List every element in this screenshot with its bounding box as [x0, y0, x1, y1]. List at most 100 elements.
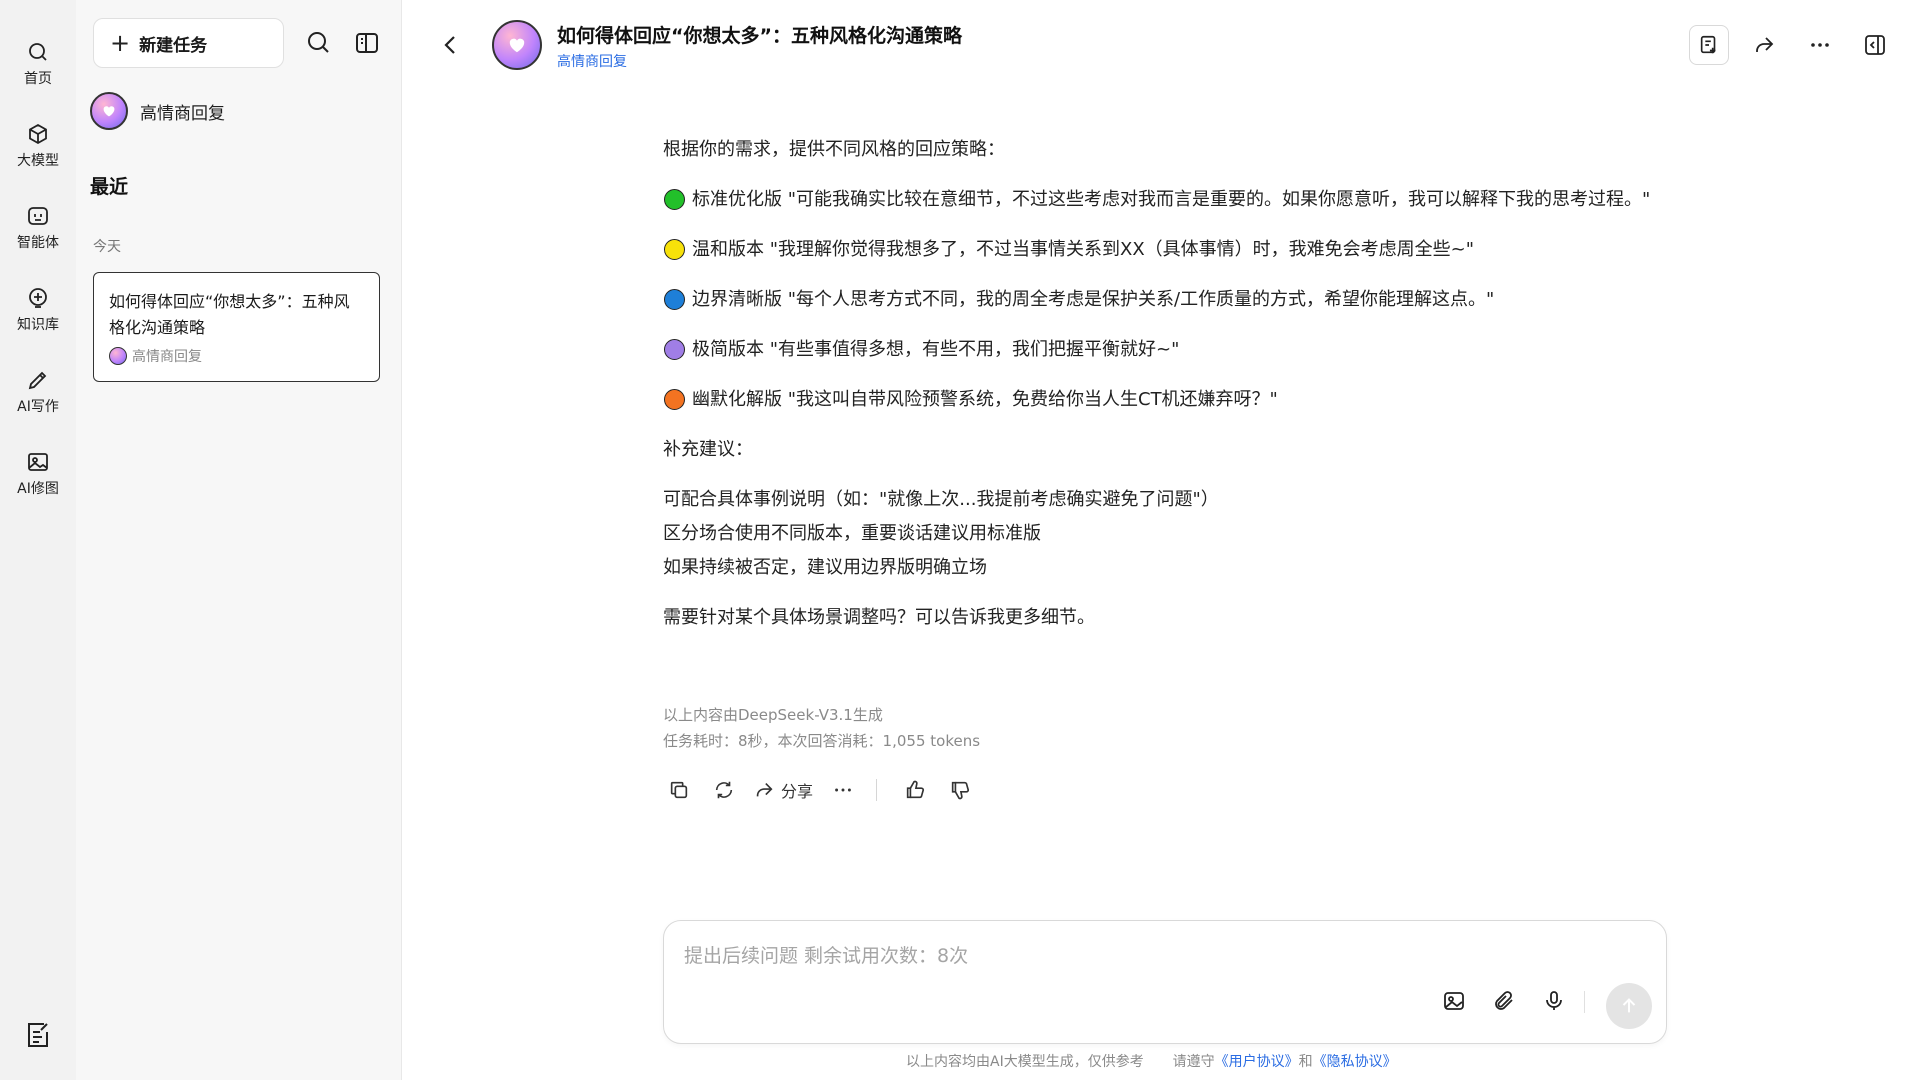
followup-input[interactable]: [684, 941, 1584, 981]
like-button[interactable]: [899, 774, 931, 806]
rail-item-models[interactable]: 大模型: [0, 116, 76, 178]
new-task-button[interactable]: + 新建任务: [93, 18, 284, 68]
left-rail: 首页 大模型 智能体 知识库 AI写作 AI修图: [0, 0, 76, 1080]
supplement-list: 可配合具体事例说明（如："就像上次...我提前考虑确实避免了问题"） 区分场合使…: [663, 483, 1663, 585]
strategy-item: 边界清晰版 "每个人思考方式不同，我的周全考虑是保护关系/工作质量的方式，希望你…: [663, 283, 1663, 317]
purple-circle-icon: [664, 339, 685, 360]
task-sidebar: + 新建任务 高情商回复 最近 今天 如何得体回应“你想太多”：五种风格化沟通策…: [76, 0, 402, 1080]
microphone-icon: [1546, 991, 1562, 1010]
today-heading: 今天: [93, 239, 121, 255]
strategy-text: 边界清晰版 "每个人思考方式不同，我的周全考虑是保护关系/工作质量的方式，希望你…: [692, 289, 1495, 310]
task-agent: 高情商回复: [109, 346, 365, 366]
rail-item-ai-image[interactable]: AI修图: [0, 444, 76, 506]
supplement-item: 如果持续被否定，建议用边界版明确立场: [663, 557, 987, 578]
dislike-button[interactable]: [944, 774, 976, 806]
heart-chat-icon: [103, 106, 115, 117]
paperclip-icon: [1495, 991, 1513, 1010]
agent-name: 高情商回复: [140, 103, 225, 124]
cube-icon: [29, 123, 47, 145]
search-icon: [29, 43, 47, 61]
blue-circle-icon: [664, 289, 685, 310]
arrow-up-icon: [1622, 998, 1636, 1013]
share-icon: [1756, 37, 1774, 52]
knowledge-icon: [29, 288, 47, 308]
strategy-item: 温和版本 "我理解你觉得我想多了，不过当事情关系到XX（具体事情）时，我难免会考…: [663, 233, 1663, 267]
back-button[interactable]: [436, 30, 466, 60]
sidebar-agent-item[interactable]: 高情商回复: [90, 91, 225, 131]
footer-disclaimer: 以上内容均由AI大模型生成，仅供参考 请遵守《用户协议》和《隐私协议》: [0, 1051, 1920, 1071]
header-avatar: [492, 20, 542, 70]
and-text: 和: [1298, 1054, 1313, 1070]
chevron-left-icon: [444, 36, 455, 54]
rail-label: 大模型: [17, 153, 59, 169]
rail-item-home[interactable]: 首页: [0, 34, 76, 96]
followup-input-box: [663, 920, 1667, 1044]
strategy-text: 幽默化解版 "我这叫自带风险预警系统，免费给你当人生CT机还嫌弃呀？": [692, 389, 1278, 410]
strategy-text: 标准优化版 "可能我确实比较在意细节，不过这些考虑对我而言是重要的。如果你愿意听…: [692, 189, 1651, 210]
toggle-panel-button[interactable]: [1855, 25, 1895, 65]
recent-heading: 最近: [90, 176, 129, 198]
rail-label: 知识库: [17, 317, 59, 333]
rail-label: 智能体: [17, 235, 59, 251]
image-upload-icon: [1444, 992, 1464, 1010]
rail-label: AI写作: [17, 399, 59, 415]
edit-note-icon: [28, 1023, 48, 1047]
share-button[interactable]: [1744, 25, 1784, 65]
more-actions-button[interactable]: [827, 774, 859, 806]
task-history-item[interactable]: 如何得体回应“你想太多”：五种风格化沟通策略 高情商回复: [93, 272, 380, 382]
message-actions: 分享: [663, 774, 989, 806]
model-note: 以上内容由DeepSeek-V3.1生成: [663, 706, 883, 724]
copy-button[interactable]: [663, 774, 695, 806]
image-icon: [28, 453, 48, 471]
strategy-item: 极简版本 "有些事值得多想，有些不用，我们把握平衡就好~": [663, 333, 1663, 367]
rail-item-knowledge[interactable]: 知识库: [0, 280, 76, 342]
strategy-item: 幽默化解版 "我这叫自带风险预警系统，免费给你当人生CT机还嫌弃呀？": [663, 383, 1663, 417]
agent-link[interactable]: 高情商回复: [557, 51, 627, 71]
more-icon: [1811, 43, 1829, 47]
note-add-icon: [1700, 35, 1716, 54]
user-agreement-link[interactable]: 《用户协议》: [1215, 1054, 1299, 1070]
plus-icon: +: [110, 29, 131, 57]
task-agent-name: 高情商回复: [132, 349, 202, 365]
rail-item-agents[interactable]: 智能体: [0, 198, 76, 260]
attach-file-button[interactable]: [1487, 984, 1521, 1018]
new-task-label: 新建任务: [139, 35, 208, 56]
sidebar-search-button[interactable]: [304, 28, 334, 58]
bot-icon: [28, 207, 48, 225]
upload-image-button[interactable]: [1437, 984, 1471, 1018]
ai-notice: 以上内容均由AI大模型生成，仅供参考: [906, 1054, 1144, 1070]
message-closing: 需要针对某个具体场景调整吗？可以告诉我更多细节。: [663, 607, 1095, 628]
copy-icon: [670, 781, 688, 799]
thumbs-up-icon: [906, 780, 925, 799]
strategy-text: 极简版本 "有些事值得多想，有些不用，我们把握平衡就好~": [692, 339, 1180, 360]
task-title: 如何得体回应“你想太多”：五种风格化沟通策略: [109, 292, 350, 337]
rail-label: 首页: [24, 71, 52, 87]
regenerate-button[interactable]: [708, 774, 740, 806]
notes-button[interactable]: [22, 1019, 54, 1051]
comply-text: 请遵守: [1172, 1054, 1215, 1070]
green-circle-icon: [664, 189, 685, 210]
new-note-button[interactable]: [1689, 25, 1729, 65]
voice-input-button[interactable]: [1537, 984, 1571, 1018]
orange-circle-icon: [664, 389, 685, 410]
send-button[interactable]: [1606, 983, 1652, 1029]
rail-item-ai-writing[interactable]: AI写作: [0, 362, 76, 424]
privacy-link[interactable]: 《隐私协议》: [1313, 1054, 1397, 1070]
share-answer-button[interactable]: 分享: [753, 778, 813, 802]
usage-note: 任务耗时：8秒，本次回答消耗：1,055 tokens: [663, 732, 981, 750]
share-label: 分享: [781, 782, 814, 801]
more-icon: [835, 788, 851, 792]
assistant-message: 根据你的需求，提供不同风格的回应策略： 标准优化版 "可能我确实比较在意细节，不…: [663, 133, 1663, 651]
agent-avatar: [109, 347, 127, 365]
thumbs-down-icon: [951, 781, 970, 800]
rail-label: AI修图: [17, 481, 59, 497]
yellow-circle-icon: [664, 239, 685, 260]
sidebar-toggle-icon: [356, 33, 378, 53]
agent-avatar: [492, 20, 542, 70]
heart-chat-icon: [509, 38, 525, 53]
collapse-sidebar-button[interactable]: [352, 28, 382, 58]
agent-avatar: [90, 92, 128, 130]
more-button[interactable]: [1800, 25, 1840, 65]
panel-toggle-icon: [1865, 35, 1885, 55]
strategy-text: 温和版本 "我理解你觉得我想多了，不过当事情关系到XX（具体事情）时，我难免会考…: [692, 239, 1475, 260]
